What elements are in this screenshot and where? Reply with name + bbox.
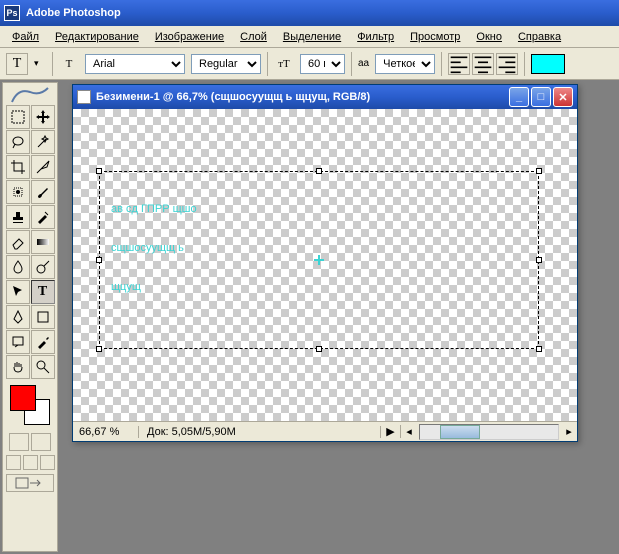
type-tool[interactable]: T xyxy=(31,280,55,304)
canvas[interactable]: ав сд ГПРР щшо сщшосуущщ ь щцущ xyxy=(73,109,577,421)
history-brush-tool[interactable] xyxy=(31,205,55,229)
text-orientation-icon[interactable]: T xyxy=(59,54,79,74)
hand-tool[interactable] xyxy=(6,355,30,379)
screen-mode-3[interactable] xyxy=(40,455,55,470)
horizontal-scrollbar[interactable] xyxy=(419,424,559,440)
zoom-tool[interactable] xyxy=(31,355,55,379)
canvas-text[interactable]: ав сд ГПРР щшо сщшосуущщ ь щцущ xyxy=(111,183,197,300)
toolbox-header-icon xyxy=(5,85,55,105)
font-style-select[interactable]: Regular xyxy=(191,54,261,74)
blur-tool[interactable] xyxy=(6,255,30,279)
quickmask-mode-button[interactable] xyxy=(31,433,51,451)
brush-tool[interactable] xyxy=(31,180,55,204)
move-tool[interactable] xyxy=(31,105,55,129)
status-play-icon[interactable]: ▶ xyxy=(381,425,401,438)
document-statusbar: 66,67 % Док: 5,05M/5,90M ▶ ◂ ▸ xyxy=(73,421,577,441)
screen-mode-1[interactable] xyxy=(6,455,21,470)
scroll-left-icon[interactable]: ◂ xyxy=(401,425,417,438)
minimize-button[interactable]: _ xyxy=(509,87,529,107)
menu-edit[interactable]: Редактирование xyxy=(47,29,147,45)
document-icon xyxy=(77,90,91,104)
menu-help[interactable]: Справка xyxy=(510,29,569,45)
text-color-swatch[interactable] xyxy=(531,54,565,74)
wand-tool[interactable] xyxy=(31,130,55,154)
gradient-tool[interactable] xyxy=(31,230,55,254)
menu-image[interactable]: Изображение xyxy=(147,29,232,45)
app-icon: Ps xyxy=(4,5,20,21)
zoom-level[interactable]: 66,67 % xyxy=(73,426,139,438)
menu-select[interactable]: Выделение xyxy=(275,29,349,45)
pen-tool[interactable] xyxy=(6,305,30,329)
stamp-tool[interactable] xyxy=(6,205,30,229)
lasso-tool[interactable] xyxy=(6,130,30,154)
foreground-color-swatch[interactable] xyxy=(10,385,36,411)
maximize-button[interactable]: □ xyxy=(531,87,551,107)
menu-file[interactable]: Файл xyxy=(4,29,47,45)
menu-bar: Файл Редактирование Изображение Слой Выд… xyxy=(0,26,619,48)
path-select-tool[interactable] xyxy=(6,280,30,304)
font-size-icon: тT xyxy=(274,54,294,74)
app-titlebar: Ps Adobe Photoshop xyxy=(0,0,619,26)
options-bar: T ▾ T Arial Regular тT 60 пт aа Четкое xyxy=(0,48,619,80)
separator xyxy=(441,52,442,76)
tool-preset-dropdown-icon[interactable]: ▾ xyxy=(34,58,46,69)
screen-mode-2[interactable] xyxy=(23,455,38,470)
eraser-tool[interactable] xyxy=(6,230,30,254)
app-title: Adobe Photoshop xyxy=(26,7,121,19)
standard-mode-button[interactable] xyxy=(9,433,29,451)
handle-bot-left[interactable] xyxy=(96,346,102,352)
antialias-label: aа xyxy=(358,58,369,69)
menu-window[interactable]: Окно xyxy=(468,29,510,45)
document-info[interactable]: Док: 5,05M/5,90M xyxy=(139,426,381,438)
menu-filter[interactable]: Фильтр xyxy=(349,29,402,45)
handle-mid-left[interactable] xyxy=(96,257,102,263)
slice-tool[interactable] xyxy=(31,155,55,179)
separator xyxy=(351,52,352,76)
shape-tool[interactable] xyxy=(31,305,55,329)
menu-view[interactable]: Просмотр xyxy=(402,29,468,45)
type-tool-icon[interactable]: T xyxy=(6,53,28,75)
center-point-icon xyxy=(314,255,324,265)
align-right-button[interactable] xyxy=(496,53,518,75)
handle-bot-right[interactable] xyxy=(536,346,542,352)
color-swatches[interactable] xyxy=(10,385,50,425)
font-family-select[interactable]: Arial xyxy=(85,54,185,74)
workspace: Безимени-1 @ 66,7% (сщшосуущщ ь щцущ, RG… xyxy=(60,80,619,554)
separator xyxy=(267,52,268,76)
menu-layer[interactable]: Слой xyxy=(232,29,275,45)
crop-tool[interactable] xyxy=(6,155,30,179)
heal-tool[interactable] xyxy=(6,180,30,204)
close-button[interactable]: ✕ xyxy=(553,87,573,107)
handle-top-right[interactable] xyxy=(536,168,542,174)
align-center-button[interactable] xyxy=(472,53,494,75)
separator xyxy=(524,52,525,76)
scroll-right-icon[interactable]: ▸ xyxy=(561,425,577,438)
eyedropper-tool[interactable] xyxy=(31,330,55,354)
handle-top-left[interactable] xyxy=(96,168,102,174)
document-window: Безимени-1 @ 66,7% (сщшосуущщ ь щцущ, RG… xyxy=(72,84,578,442)
scrollbar-thumb[interactable] xyxy=(440,425,480,439)
marquee-tool[interactable] xyxy=(6,105,30,129)
document-title: Безимени-1 @ 66,7% (сщшосуущщ ь щцущ, RG… xyxy=(96,91,370,103)
handle-bot-mid[interactable] xyxy=(316,346,322,352)
handle-mid-right[interactable] xyxy=(536,257,542,263)
toolbox-panel: T xyxy=(2,82,58,552)
handle-top-mid[interactable] xyxy=(316,168,322,174)
align-left-button[interactable] xyxy=(448,53,470,75)
antialias-select[interactable]: Четкое xyxy=(375,54,435,74)
font-size-select[interactable]: 60 пт xyxy=(300,54,345,74)
dodge-tool[interactable] xyxy=(31,255,55,279)
jump-to-imageready-button[interactable] xyxy=(6,474,54,492)
separator xyxy=(52,52,53,76)
notes-tool[interactable] xyxy=(6,330,30,354)
document-titlebar[interactable]: Безимени-1 @ 66,7% (сщшосуущщ ь щцущ, RG… xyxy=(73,85,577,109)
